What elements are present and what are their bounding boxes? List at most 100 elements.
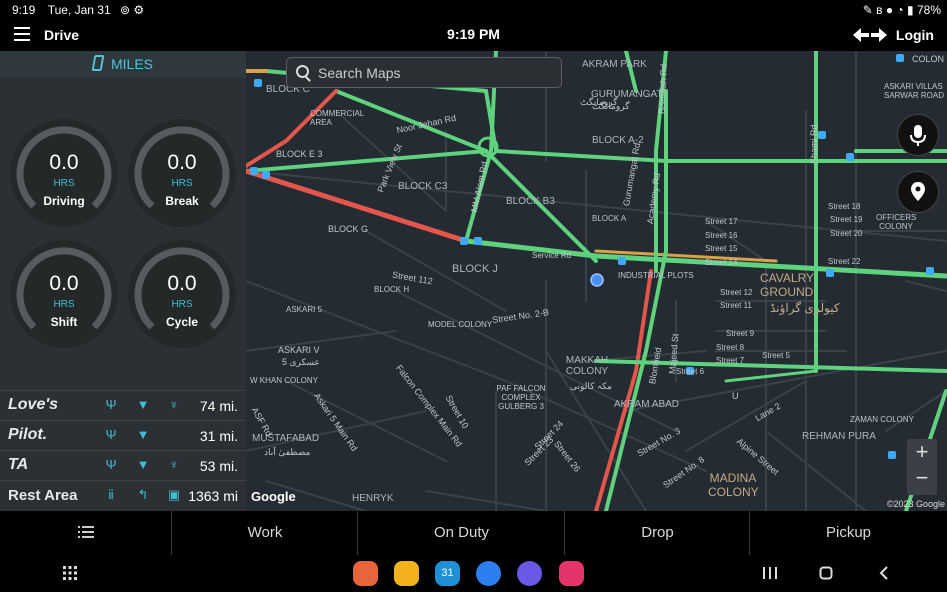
map-label: COLON <box>912 54 945 64</box>
map-label: گرومانگٹ <box>580 97 618 107</box>
map-label: عسکری 5 <box>282 357 320 367</box>
tab-label: Work <box>247 524 283 541</box>
map-label: BLOCK H <box>374 285 410 294</box>
current-location-dot <box>590 273 604 287</box>
gauge-label: Break <box>165 194 199 208</box>
header-clock: 9:19 PM <box>447 26 500 42</box>
internet-app-icon[interactable] <box>517 561 542 586</box>
map-label: AKRAM ABAD <box>614 399 680 410</box>
tab-pickup[interactable]: Pickup <box>750 511 947 555</box>
gauge-shift: 0.0 HRS Shift <box>9 239 119 349</box>
map-label: COMMERCIAL AREA <box>310 109 364 127</box>
stop-row-ta[interactable]: TA Ψ ▼ ♆ 53 mi. <box>0 450 246 480</box>
stop-distance: 53 mi. <box>199 458 238 474</box>
map-label: Street 8 <box>716 343 745 352</box>
status-left: 9:19 Tue, Jan 31 ⊚ ⚙ <box>12 3 144 17</box>
shower-icon: ▼ <box>136 427 150 442</box>
tab-list[interactable] <box>0 511 172 555</box>
app-drawer-icon[interactable] <box>63 566 77 580</box>
map-label: MODEL COLONY <box>428 320 493 329</box>
food-icon: Ψ <box>105 427 117 442</box>
food-icon: Ψ <box>105 397 117 412</box>
tab-work[interactable]: Work <box>172 511 358 555</box>
wifi-icon: ◔ <box>896 3 904 17</box>
status-date: Tue, Jan 31 <box>47 3 111 17</box>
map-label: BLOCK E 3 <box>276 149 323 159</box>
map-label: Street 12 <box>720 288 753 297</box>
map-label: ASKARI V <box>278 345 320 355</box>
calendar-app-icon[interactable]: 31 <box>435 561 460 586</box>
status-right: ✎ ʙ ● ◔ ▮ 78% <box>863 3 941 17</box>
map-copyright: ©2023 Google <box>886 499 945 509</box>
gauge-value: 0.0 <box>167 272 197 295</box>
map-label: BLOCK G <box>328 224 369 234</box>
tab-on-duty[interactable]: On Duty <box>358 511 565 555</box>
map-view[interactable]: BLOCK C AKRAM PARK GURUMANGAT گرومانگٹ C… <box>246 51 947 511</box>
mute-icon: ✎ <box>862 3 873 17</box>
stop-row-rest-area[interactable]: Rest Area ⅱ ↰ ▣ 1363 mi <box>0 480 246 510</box>
messages-app-icon[interactable] <box>476 561 501 586</box>
map-label: Street 5 <box>762 351 791 360</box>
map-pin-icon <box>911 182 925 201</box>
map-label: Street 15 <box>705 244 738 253</box>
files-app-icon[interactable] <box>394 561 419 586</box>
gauge-unit: HRS <box>171 299 193 310</box>
battery-level: 78% <box>916 3 941 17</box>
voice-search-button[interactable] <box>897 114 939 156</box>
map-label: Street 19 <box>830 215 863 224</box>
tab-drop[interactable]: Drop <box>565 511 750 555</box>
system-nav-bar: 31 <box>0 555 947 592</box>
camera-app-icon[interactable] <box>559 561 584 586</box>
map-label: BLOCK C3 <box>398 181 448 192</box>
shower-icon: ▼ <box>136 457 150 472</box>
stop-row-pilot[interactable]: Pilot. Ψ ▼ 31 mi. <box>0 420 246 450</box>
map-search-bar[interactable]: Search Maps <box>286 57 562 88</box>
unit-label: MILES <box>110 56 153 72</box>
notes-app-icon[interactable] <box>353 561 378 586</box>
status-tab-bar: Work On Duty Drop Pickup <box>0 511 947 555</box>
microphone-icon <box>910 125 926 146</box>
gauge-unit: HRS <box>53 178 75 189</box>
map-label: MADINA COLONY <box>708 471 759 499</box>
map-label: Street 14 <box>705 258 738 267</box>
ta-logo: TA <box>8 456 29 473</box>
app-bar: Drive 9:19 PM Login <box>0 20 947 51</box>
search-placeholder[interactable]: Search Maps <box>318 65 400 81</box>
map-label: INDUSTRIAL PLOTS <box>618 271 694 280</box>
nearby-stops-list: Love's Ψ ▼ ♆ 74 mi. Pilot. Ψ ▼ 31 mi. TA… <box>0 390 246 510</box>
location-button[interactable] <box>897 171 939 213</box>
sync-icon: ⊚ ⚙ <box>119 3 145 17</box>
gauge-break: 0.0 HRS Break <box>127 118 237 228</box>
pilot-logo: Pilot. <box>8 426 48 443</box>
zoom-out-button[interactable]: − <box>907 465 937 491</box>
zoom-in-button[interactable]: + <box>907 439 937 465</box>
map-label: Street 20 <box>830 229 863 238</box>
tab-label: Pickup <box>825 524 872 541</box>
gauge-label: Driving <box>43 194 85 208</box>
back-icon[interactable] <box>878 566 890 580</box>
recents-icon[interactable] <box>763 566 777 580</box>
map-label: Street 7 <box>716 356 745 365</box>
map-label: مکہ کالونی <box>570 381 612 391</box>
fuel-pump-icon: ♆ <box>169 397 179 412</box>
map-label: HENRYK <box>352 493 394 504</box>
list-icon <box>78 526 94 538</box>
map-label: BLOCK B3 <box>506 196 555 207</box>
restroom-icon: ⅱ <box>108 487 114 502</box>
vending-icon: ▣ <box>167 487 181 502</box>
stop-distance: 74 mi. <box>199 398 238 414</box>
swap-arrows-icon[interactable] <box>853 27 887 43</box>
map-label: MAKKAH COLONY <box>565 355 609 377</box>
loves-logo: Love's <box>8 396 59 413</box>
map-label: ASKARI VILLAS SARWAR ROAD <box>884 82 945 100</box>
map-label: کیولری گراؤنڈ <box>770 301 840 315</box>
home-icon[interactable] <box>819 566 833 580</box>
map-label: PAF FALCON COMPLEX GULBERG 3 <box>496 384 546 411</box>
unit-toggle[interactable]: MILES <box>0 51 246 78</box>
map-label: U <box>732 391 739 401</box>
gauge-label: Shift <box>50 315 78 329</box>
login-button[interactable]: Login <box>896 27 934 43</box>
bluetooth-icon: ʙ <box>876 3 883 17</box>
map-label: Street 11 <box>720 301 752 310</box>
stop-row-loves[interactable]: Love's Ψ ▼ ♆ 74 mi. <box>0 390 246 420</box>
